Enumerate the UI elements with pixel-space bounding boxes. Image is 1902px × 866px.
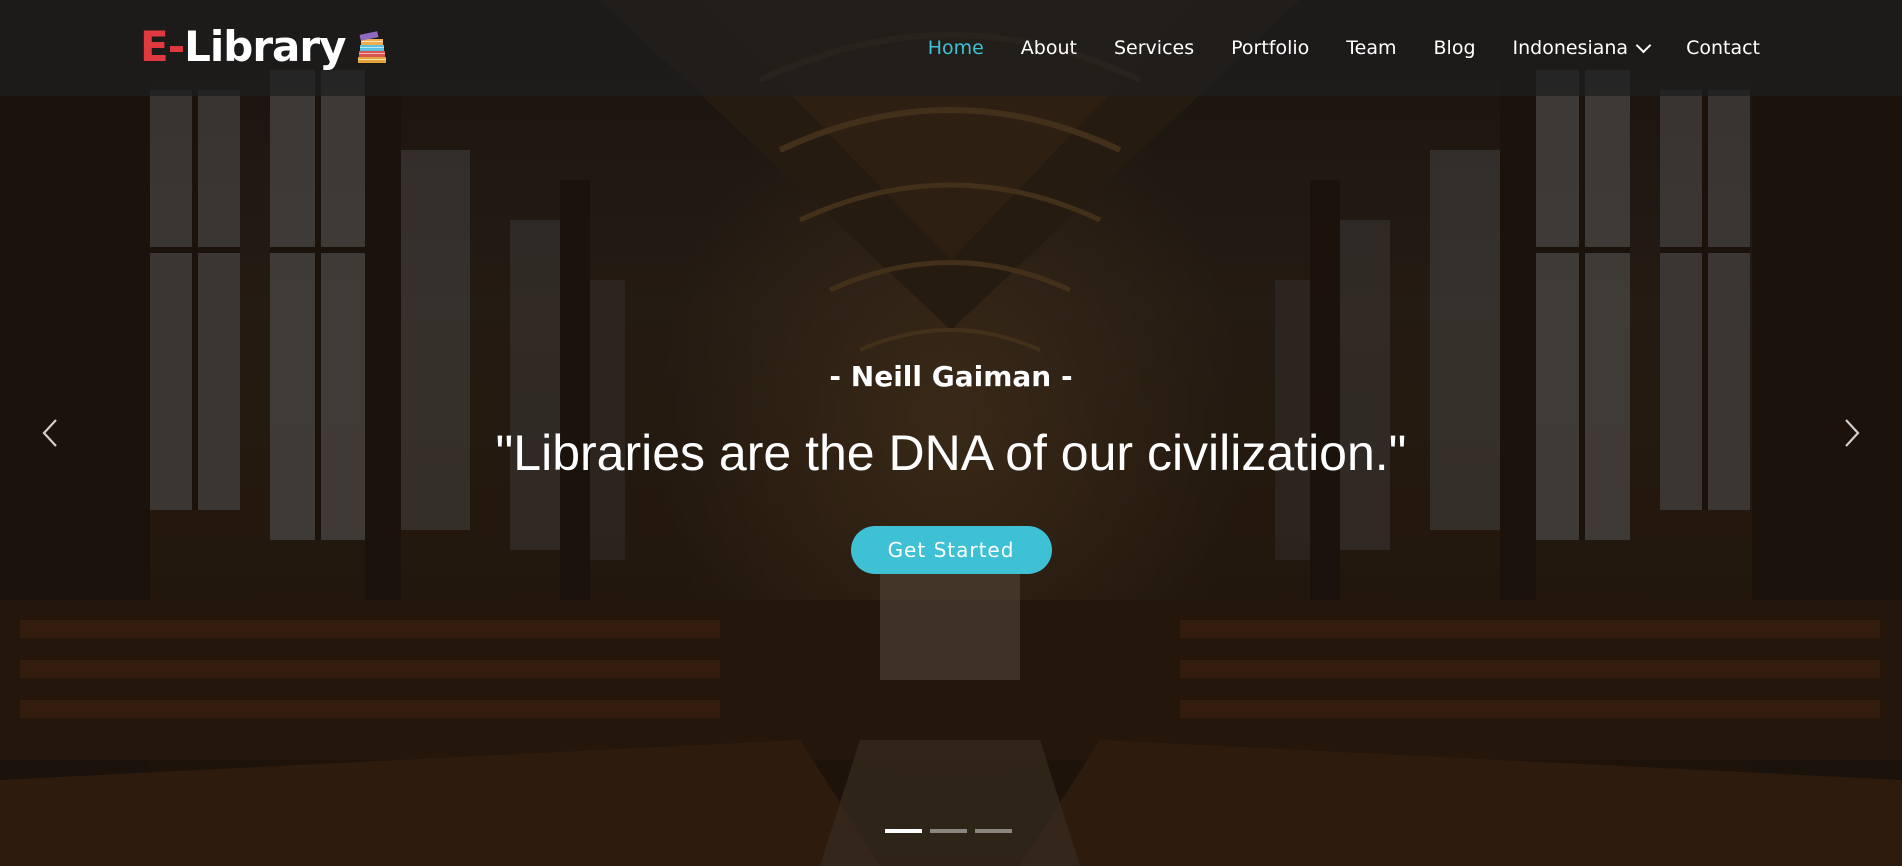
carousel-next-button[interactable] <box>1834 416 1868 450</box>
carousel-indicator-3[interactable] <box>975 829 1012 833</box>
site-logo[interactable]: E- Library <box>140 18 390 74</box>
main-nav: Home About Services Portfolio Team Blog … <box>891 0 1760 96</box>
carousel-indicator-2[interactable] <box>930 829 967 833</box>
hero-content: - Neill Gaiman - "Libraries are the DNA … <box>0 350 1902 574</box>
quote-author: - Neill Gaiman - <box>829 360 1073 393</box>
nav-item-portfolio[interactable]: Portfolio <box>1231 37 1309 59</box>
nav-item-team[interactable]: Team <box>1346 37 1396 59</box>
carousel-indicators <box>885 829 1012 833</box>
hero-section: E- Library Home About Services Portfolio… <box>0 0 1902 866</box>
nav-item-about[interactable]: About <box>1021 37 1077 59</box>
books-icon <box>354 28 390 64</box>
chevron-left-icon <box>42 419 57 447</box>
site-header: E- Library Home About Services Portfolio… <box>0 0 1902 96</box>
nav-item-services[interactable]: Services <box>1114 37 1194 59</box>
logo-prefix: E- <box>140 21 185 71</box>
chevron-down-icon <box>1635 37 1652 53</box>
carousel-indicator-1[interactable] <box>885 829 922 833</box>
hero-quote: "Libraries are the DNA of our civilizati… <box>495 425 1407 481</box>
chevron-right-icon <box>1845 419 1860 447</box>
nav-item-contact[interactable]: Contact <box>1686 37 1760 59</box>
nav-item-indonesiana[interactable]: Indonesiana <box>1513 37 1652 59</box>
nav-item-home[interactable]: Home <box>928 37 984 59</box>
get-started-button[interactable]: Get Started <box>850 526 1052 574</box>
carousel-prev-button[interactable] <box>34 416 68 450</box>
nav-item-blog[interactable]: Blog <box>1434 37 1476 59</box>
logo-name: Library <box>184 21 346 71</box>
